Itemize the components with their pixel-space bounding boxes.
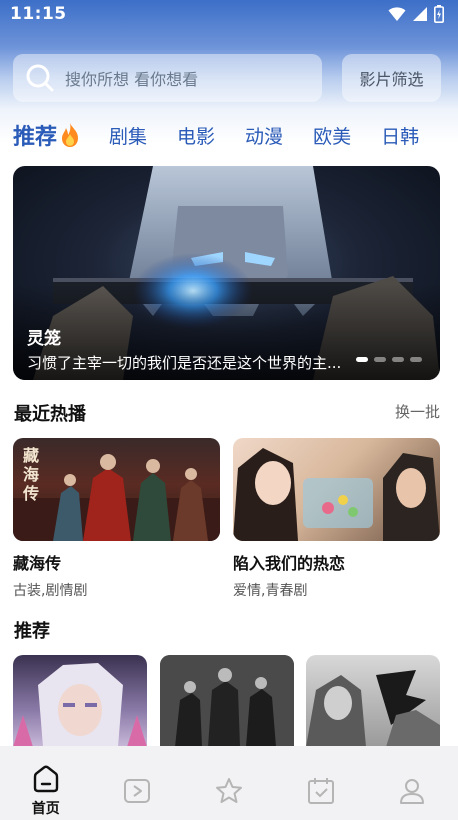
banner-artwork bbox=[13, 166, 440, 380]
battery-icon bbox=[434, 5, 444, 23]
tab-anime[interactable]: 动漫 bbox=[245, 122, 283, 149]
tab-japan-korea[interactable]: 日韩 bbox=[381, 122, 419, 149]
poster-artwork bbox=[160, 655, 294, 747]
home-icon bbox=[33, 765, 58, 793]
filter-button[interactable]: 影片筛选 bbox=[342, 54, 441, 102]
banner-pagination bbox=[356, 357, 422, 362]
tab-movie[interactable]: 电影 bbox=[177, 122, 215, 149]
status-bar: 11:15 bbox=[0, 0, 458, 28]
banner-dot-active[interactable] bbox=[356, 357, 368, 362]
refresh-batch-button[interactable]: 换一批 bbox=[395, 401, 440, 422]
recent-card[interactable]: 陷入我们的热恋 爱情,青春剧 bbox=[233, 438, 440, 600]
tab-western[interactable]: 欧美 bbox=[313, 122, 351, 149]
star-icon bbox=[215, 778, 242, 803]
user-icon bbox=[400, 779, 425, 804]
card-title: 藏海传 bbox=[13, 554, 62, 573]
status-icons bbox=[388, 5, 444, 23]
nav-video[interactable] bbox=[107, 764, 167, 806]
poster-artwork bbox=[306, 670, 440, 747]
recommend-poster[interactable] bbox=[306, 655, 440, 747]
nav-schedule[interactable] bbox=[291, 764, 351, 806]
banner-dot[interactable] bbox=[374, 357, 386, 362]
banner-dot[interactable] bbox=[410, 357, 422, 362]
signal-icon bbox=[413, 7, 427, 21]
banner-title: 灵笼 bbox=[27, 329, 61, 349]
search-icon bbox=[26, 64, 54, 92]
wifi-icon bbox=[388, 7, 406, 21]
recent-card[interactable]: 藏海传 藏海传 古装,剧情剧 bbox=[13, 438, 220, 600]
poster-image: 藏海传 bbox=[13, 438, 220, 541]
status-time: 11:15 bbox=[10, 4, 67, 24]
fire-icon bbox=[62, 123, 79, 147]
category-tabs: 推荐 剧集 电影 动漫 欧美 日韩 bbox=[13, 116, 453, 154]
recommend-poster[interactable] bbox=[13, 655, 147, 747]
play-icon bbox=[124, 779, 151, 803]
tab-series[interactable]: 剧集 bbox=[109, 122, 147, 149]
tab-recommend[interactable]: 推荐 bbox=[13, 119, 81, 151]
section-title-recent: 最近热播 bbox=[14, 404, 86, 425]
card-tags: 古装,剧情剧 bbox=[13, 583, 88, 599]
nav-home[interactable]: 首页 bbox=[16, 764, 76, 818]
nav-favorites[interactable] bbox=[199, 764, 259, 806]
banner-description: 习惯了主宰一切的我们是否还是这个世界的主... bbox=[27, 354, 342, 372]
poster-image bbox=[233, 438, 440, 541]
nav-profile[interactable] bbox=[382, 764, 442, 806]
poster-title-text: 藏海传 bbox=[23, 446, 40, 503]
card-tags: 爱情,青春剧 bbox=[233, 583, 308, 599]
poster-artwork bbox=[233, 448, 440, 541]
card-title: 陷入我们的热恋 bbox=[233, 554, 346, 573]
calendar-check-icon bbox=[307, 778, 334, 804]
recommend-poster[interactable] bbox=[160, 655, 294, 747]
nav-home-label: 首页 bbox=[31, 801, 60, 817]
search-input[interactable]: 搜你所想 看你想看 bbox=[13, 54, 322, 102]
search-placeholder: 搜你所想 看你想看 bbox=[65, 70, 199, 89]
poster-artwork bbox=[13, 663, 147, 747]
poster-artwork bbox=[13, 454, 220, 541]
banner-dot[interactable] bbox=[392, 357, 404, 362]
section-title-recommend: 推荐 bbox=[14, 621, 50, 642]
bottom-nav: 首页 bbox=[0, 746, 458, 820]
hero-banner[interactable]: 灵笼 习惯了主宰一切的我们是否还是这个世界的主... bbox=[13, 166, 440, 380]
tab-recommend-label: 推荐 bbox=[13, 125, 58, 150]
search-row: 搜你所想 看你想看 影片筛选 bbox=[13, 54, 441, 102]
